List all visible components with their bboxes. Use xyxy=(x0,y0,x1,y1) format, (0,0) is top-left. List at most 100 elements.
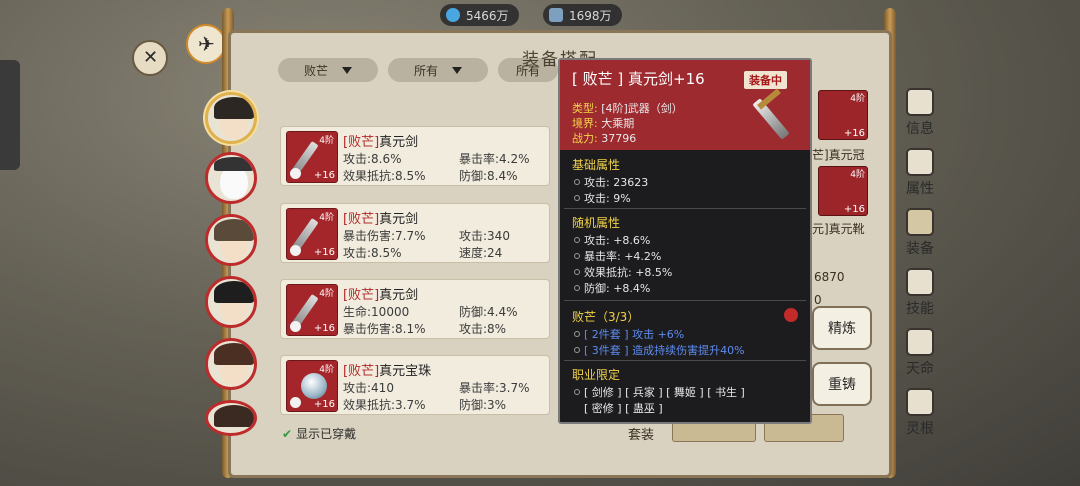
item-name: [败芒]真元剑 xyxy=(343,284,418,303)
power-key: 战力: xyxy=(572,132,598,145)
item-stat: 防御:3% xyxy=(459,398,507,412)
character-avatar-1[interactable] xyxy=(205,92,257,144)
tab-destiny[interactable]: 天命 xyxy=(900,318,940,378)
equip-slot-helmet-label: 芒]真元冠 xyxy=(812,148,865,162)
item-icon: 4阶 +16 xyxy=(286,360,338,412)
slot-level: +16 xyxy=(843,204,865,215)
bird-icon: ✈ xyxy=(198,32,215,56)
item-icon: 4阶 +16 xyxy=(286,131,338,183)
show-worn-toggle[interactable]: ✔ 显示已穿戴 xyxy=(282,425,356,442)
tab-info[interactable]: 信息 xyxy=(900,78,940,138)
item-level: +16 xyxy=(313,170,335,181)
home-button[interactable]: ✈ xyxy=(186,24,226,64)
item-stat: 暴击率:4.2% xyxy=(459,152,530,166)
back-arrow-icon: ✕ xyxy=(143,47,159,68)
bullet-icon xyxy=(574,285,580,291)
tab-attributes[interactable]: 属性 xyxy=(900,138,940,198)
avatar-hair xyxy=(214,343,254,365)
divider xyxy=(564,300,806,301)
character-avatar-6[interactable] xyxy=(205,400,257,436)
character-avatar-2[interactable] xyxy=(205,152,257,204)
filter-attr-label: 所有 xyxy=(515,63,540,78)
class-row: [ 密修 ] [ 蛊巫 ] xyxy=(584,400,663,416)
item-tier: 4阶 xyxy=(319,213,334,223)
set-bonus-heading: 败芒（3/3） xyxy=(572,310,640,324)
base-attributes-heading: 基础属性 xyxy=(572,158,621,172)
item-stat: 攻击:8% xyxy=(459,322,507,336)
set-label: 套装 xyxy=(628,428,655,443)
item-stat: 防御:4.4% xyxy=(459,305,518,319)
slot-level: +16 xyxy=(843,128,865,139)
item-stat: 攻击:8.5% xyxy=(343,246,402,260)
stat-value-hidden: 6870 xyxy=(814,270,845,284)
filter-attr-dropdown[interactable]: 所有 xyxy=(498,58,558,82)
filter-type-dropdown[interactable]: 所有 xyxy=(388,58,488,82)
jade-amount: 5466万 xyxy=(466,8,509,23)
item-stat: 攻击:8.6% xyxy=(343,152,402,166)
skull-icon xyxy=(290,321,301,332)
realm-key: 境界: xyxy=(572,117,598,130)
character-avatar-3[interactable] xyxy=(205,214,257,266)
item-tier: 4阶 xyxy=(319,289,334,299)
orb-icon xyxy=(301,373,327,399)
tooltip-title: [ 败芒 ] 真元剑+16 xyxy=(572,70,705,88)
equip-slot-helmet[interactable]: 4阶 +16 xyxy=(818,90,868,140)
set-bonus-text: [ 2件套 ] 攻击 +6% xyxy=(584,328,685,341)
item-stat: 攻击:410 xyxy=(343,381,394,395)
filter-set-dropdown[interactable]: 败芒 xyxy=(278,58,378,82)
item-stat: 生命:10000 xyxy=(343,305,410,319)
item-stat: 攻击:340 xyxy=(459,229,510,243)
bullet-icon xyxy=(574,389,580,395)
item-card-4[interactable]: 4阶 +16 [败芒]真元宝珠 攻击:410 暴击率:3.7% 效果抵抗:3.7… xyxy=(280,355,550,415)
skull-icon xyxy=(290,168,301,179)
tab-label: 装备 xyxy=(906,241,934,257)
stat-value-hidden: 0 xyxy=(814,293,822,307)
equipped-badge: 装备中 xyxy=(744,71,787,89)
bullet-icon xyxy=(574,179,580,185)
skills-tab-icon xyxy=(906,268,934,296)
checkmark-icon: ✔ xyxy=(282,426,293,441)
item-name-text: 真元宝珠 xyxy=(379,364,432,379)
filter-set-label: 败芒 xyxy=(303,63,328,78)
item-icon: 4阶 +16 xyxy=(286,284,338,336)
item-level: +16 xyxy=(313,399,335,410)
back-button[interactable]: ✕ xyxy=(132,40,168,76)
character-avatar-4[interactable] xyxy=(205,276,257,328)
slot-tier: 4阶 xyxy=(850,170,865,180)
item-level: +16 xyxy=(313,323,335,334)
item-stat: 暴击伤害:7.7% xyxy=(343,229,426,243)
tab-label: 天命 xyxy=(906,361,934,377)
left-edge-handle[interactable] xyxy=(0,60,20,170)
base-attr-text: 攻击: 9% xyxy=(584,192,631,205)
tab-label: 信息 xyxy=(906,121,934,137)
item-card-2[interactable]: 4阶 +16 [败芒]真元剑 暴击伤害:7.7% 攻击:340 攻击:8.5% … xyxy=(280,203,550,263)
tab-equipment[interactable]: 装备 xyxy=(900,198,940,258)
class-list: [ 密修 ] [ 蛊巫 ] xyxy=(584,402,663,415)
item-tier: 4阶 xyxy=(319,365,334,375)
class-list: [ 剑修 ] [ 兵家 ] [ 舞姬 ] [ 书生 ] xyxy=(584,386,745,399)
class-row: [ 剑修 ] [ 兵家 ] [ 舞姬 ] [ 书生 ] xyxy=(574,384,745,400)
equip-slot-boots[interactable]: 4阶 +16 xyxy=(818,166,868,216)
spirit-amount: 1698万 xyxy=(569,8,612,23)
random-attributes-heading: 随机属性 xyxy=(572,216,621,230)
avatar-hair xyxy=(214,405,254,427)
item-card-1[interactable]: 4阶 +16 [败芒]真元剑 攻击:8.6% 暴击率:4.2% 效果抵抗:8.5… xyxy=(280,126,550,186)
destiny-tab-icon xyxy=(906,328,934,356)
refine-button[interactable]: 精炼 xyxy=(812,306,872,350)
character-avatar-5[interactable] xyxy=(205,338,257,390)
equipment-tab-icon xyxy=(906,208,934,236)
type-value: [4阶]武器（剑） xyxy=(601,102,683,115)
realm-value: 大乘期 xyxy=(601,117,635,130)
skull-icon xyxy=(290,245,301,256)
tab-spirit-root[interactable]: 灵根 xyxy=(900,378,940,438)
info-tab-icon xyxy=(906,88,934,116)
item-name: [败芒]真元剑 xyxy=(343,131,418,150)
power-value: 37796 xyxy=(601,132,637,145)
tab-skills[interactable]: 技能 xyxy=(900,258,940,318)
recast-button[interactable]: 重铸 xyxy=(812,362,872,406)
item-name-text: 真元剑 xyxy=(379,135,419,150)
set-bonus-row: [ 2件套 ] 攻击 +6% xyxy=(574,326,684,342)
item-card-3[interactable]: 4阶 +16 [败芒]真元剑 生命:10000 防御:4.4% 暴击伤害:8.1… xyxy=(280,279,550,339)
item-tier: 4阶 xyxy=(319,136,334,146)
random-attr-row: 攻击: +8.6% xyxy=(574,232,650,248)
